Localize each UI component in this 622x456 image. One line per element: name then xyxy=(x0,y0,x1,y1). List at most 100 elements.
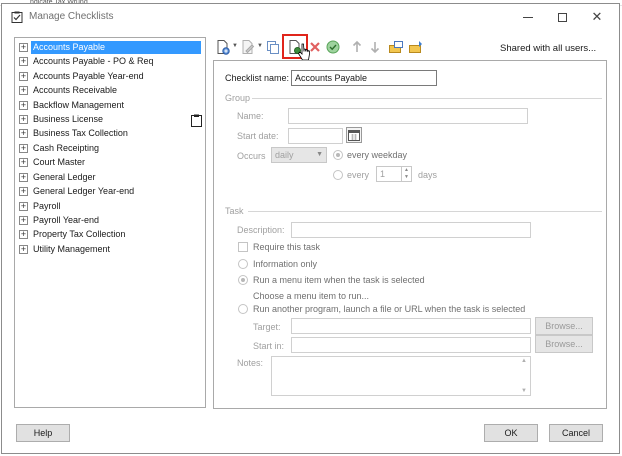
tree-item-label: Accounts Payable Year-end xyxy=(33,71,144,81)
description-input[interactable] xyxy=(291,222,531,238)
every-days-value: 1 xyxy=(380,169,386,179)
close-button[interactable]: ✕ xyxy=(577,7,617,29)
expand-icon[interactable]: + xyxy=(19,202,28,211)
start-in-input[interactable] xyxy=(291,337,531,353)
checklist-icon xyxy=(11,11,23,23)
copy-button[interactable] xyxy=(265,39,281,55)
shared-with-all-users-link[interactable]: Shared with all users... xyxy=(500,43,596,54)
tree-item-label: Backflow Management xyxy=(33,100,125,110)
expand-icon[interactable]: + xyxy=(19,173,28,182)
checklist-tree[interactable]: + Accounts Payable + Accounts Payable - … xyxy=(14,37,206,408)
occurs-select[interactable]: daily ▼ xyxy=(271,147,327,163)
expand-icon[interactable]: + xyxy=(19,245,28,254)
run-menu-item-label: Run a menu item when the task is selecte… xyxy=(253,275,425,285)
expand-icon[interactable]: + xyxy=(19,57,28,66)
start-in-label: Start in: xyxy=(253,341,285,351)
help-button[interactable]: Help xyxy=(16,424,70,442)
import-button[interactable] xyxy=(408,39,424,55)
tree-item-label: Business License xyxy=(33,114,104,124)
expand-icon[interactable]: + xyxy=(19,101,28,110)
dropdown-arrow-icon[interactable]: ▼ xyxy=(232,43,238,49)
information-only-radio[interactable] xyxy=(238,259,248,269)
information-only-label: Information only xyxy=(253,259,318,269)
scroll-down-icon[interactable]: ▼ xyxy=(521,388,527,394)
ok-button[interactable]: OK xyxy=(484,424,538,442)
start-date-input[interactable] xyxy=(288,128,343,144)
notes-scrollbar[interactable]: ▲ ▼ xyxy=(519,357,530,395)
check-circle-icon xyxy=(326,40,340,54)
new-checklist-icon xyxy=(217,40,230,55)
require-task-label: Require this task xyxy=(253,242,321,252)
run-menu-item-radio[interactable] xyxy=(238,275,248,285)
minimize-icon xyxy=(523,17,533,19)
run-program-label: Run another program, launch a file or UR… xyxy=(253,304,526,314)
tree-item-label: Cash Receipting xyxy=(33,143,100,153)
tree-item-label: Accounts Payable xyxy=(31,41,201,54)
stepper-arrows-icon[interactable]: ▲ ▼ xyxy=(401,167,411,181)
tree-item-label: Utility Management xyxy=(33,244,111,254)
dropdown-arrow-icon[interactable]: ▼ xyxy=(257,43,263,49)
expand-icon[interactable]: + xyxy=(19,144,28,153)
tree-item-label: Property Tax Collection xyxy=(33,229,126,239)
choose-menu-item-link[interactable]: Choose a menu item to run... xyxy=(253,291,369,301)
expand-icon[interactable]: + xyxy=(19,216,28,225)
notes-label: Notes: xyxy=(237,358,264,368)
group-name-label: Name: xyxy=(237,111,264,121)
expand-icon[interactable]: + xyxy=(19,86,28,95)
calendar-button[interactable] xyxy=(346,127,362,143)
every-n-days-radio[interactable] xyxy=(333,170,343,180)
tree-item-label: Court Master xyxy=(33,157,86,167)
tree-item-label: Payroll Year-end xyxy=(33,215,100,225)
every-label: every xyxy=(347,170,370,180)
edit-button[interactable] xyxy=(240,39,256,55)
tree-item-label: General Ledger xyxy=(33,172,96,182)
description-label: Description: xyxy=(237,225,285,235)
chevron-down-icon: ▼ xyxy=(316,151,323,158)
maximize-icon xyxy=(557,13,567,23)
edit-icon xyxy=(242,40,255,54)
move-up-button[interactable] xyxy=(349,39,365,55)
clipboard-icon[interactable] xyxy=(191,114,202,127)
start-in-browse-button[interactable]: Browse... xyxy=(535,335,593,353)
notes-textarea[interactable]: ▲ ▼ xyxy=(271,356,531,396)
task-divider xyxy=(248,211,602,212)
expand-icon[interactable]: + xyxy=(19,72,28,81)
checklist-name-label: Checklist name: xyxy=(225,73,290,83)
every-weekday-label: every weekday xyxy=(347,150,408,160)
export-button[interactable] xyxy=(388,39,404,55)
every-days-stepper[interactable]: 1 ▲ ▼ xyxy=(376,166,412,182)
run-program-radio[interactable] xyxy=(238,304,248,314)
check-button[interactable] xyxy=(325,39,341,55)
expand-icon[interactable]: + xyxy=(19,158,28,167)
expand-icon[interactable]: + xyxy=(19,230,28,239)
move-down-button[interactable] xyxy=(367,39,383,55)
occurs-label: Occurs xyxy=(237,151,266,161)
every-weekday-radio[interactable] xyxy=(333,150,343,160)
checklist-name-input[interactable]: Accounts Payable xyxy=(291,70,437,86)
expand-icon[interactable]: + xyxy=(19,43,28,52)
maximize-button[interactable] xyxy=(542,7,582,29)
tree-item-label: Accounts Receivable xyxy=(33,85,118,95)
require-task-checkbox[interactable] xyxy=(238,242,248,252)
cancel-button[interactable]: Cancel xyxy=(549,424,603,442)
days-label: days xyxy=(418,170,438,180)
move-up-icon xyxy=(352,40,362,52)
target-label: Target: xyxy=(253,322,281,332)
tree-item-label: Business Tax Collection xyxy=(33,128,128,138)
target-input[interactable] xyxy=(291,318,531,334)
start-date-label: Start date: xyxy=(237,131,279,141)
group-divider xyxy=(252,98,602,99)
task-heading: Task xyxy=(225,206,244,216)
tree-item-label: Payroll xyxy=(33,201,61,211)
expand-icon[interactable]: + xyxy=(19,115,28,124)
group-name-input[interactable] xyxy=(288,108,528,124)
export-icon xyxy=(389,41,403,53)
new-checklist-button[interactable] xyxy=(215,39,231,55)
scroll-up-icon[interactable]: ▲ xyxy=(521,358,527,364)
group-heading: Group xyxy=(225,93,251,103)
target-browse-button[interactable]: Browse... xyxy=(535,317,593,335)
occurs-value: daily xyxy=(275,150,294,160)
import-icon xyxy=(409,41,422,53)
expand-icon[interactable]: + xyxy=(19,129,28,138)
expand-icon[interactable]: + xyxy=(19,187,28,196)
